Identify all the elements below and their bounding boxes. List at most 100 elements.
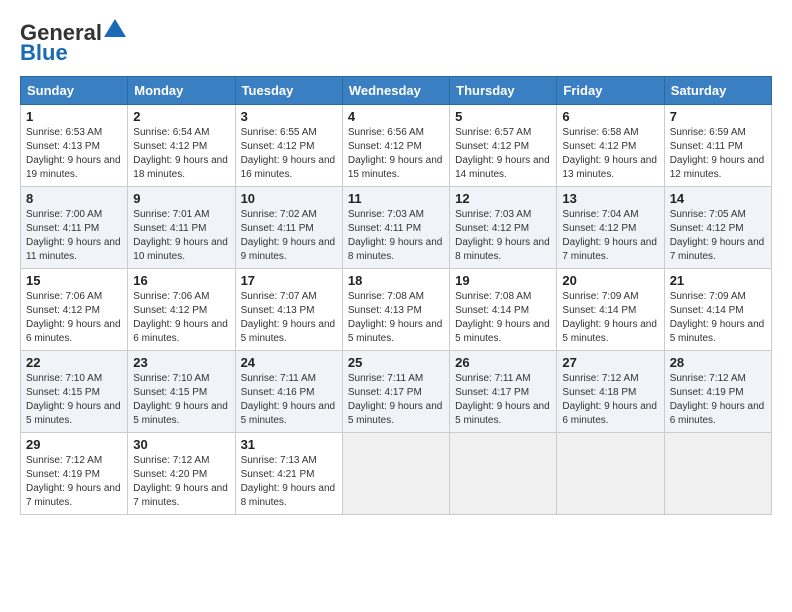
logo-blue: Blue [20, 40, 68, 66]
calendar-cell [342, 433, 449, 515]
calendar-week-4: 22 Sunrise: 7:10 AMSunset: 4:15 PMDaylig… [21, 351, 772, 433]
calendar-header-sunday: Sunday [21, 77, 128, 105]
calendar-cell: 6 Sunrise: 6:58 AMSunset: 4:12 PMDayligh… [557, 105, 664, 187]
calendar-cell [557, 433, 664, 515]
calendar-cell: 13 Sunrise: 7:04 AMSunset: 4:12 PMDaylig… [557, 187, 664, 269]
day-info: Sunrise: 7:13 AMSunset: 4:21 PMDaylight:… [241, 455, 336, 508]
calendar-cell [450, 433, 557, 515]
calendar-cell: 31 Sunrise: 7:13 AMSunset: 4:21 PMDaylig… [235, 433, 342, 515]
calendar-header-row: SundayMondayTuesdayWednesdayThursdayFrid… [21, 77, 772, 105]
calendar-cell: 11 Sunrise: 7:03 AMSunset: 4:11 PMDaylig… [342, 187, 449, 269]
day-number: 5 [455, 109, 551, 124]
calendar-cell: 21 Sunrise: 7:09 AMSunset: 4:14 PMDaylig… [664, 269, 771, 351]
day-number: 17 [241, 273, 337, 288]
calendar-week-1: 1 Sunrise: 6:53 AMSunset: 4:13 PMDayligh… [21, 105, 772, 187]
calendar-cell: 29 Sunrise: 7:12 AMSunset: 4:19 PMDaylig… [21, 433, 128, 515]
day-number: 18 [348, 273, 444, 288]
day-number: 6 [562, 109, 658, 124]
day-number: 11 [348, 191, 444, 206]
day-info: Sunrise: 7:08 AMSunset: 4:14 PMDaylight:… [455, 291, 550, 344]
calendar-cell: 17 Sunrise: 7:07 AMSunset: 4:13 PMDaylig… [235, 269, 342, 351]
day-number: 1 [26, 109, 122, 124]
day-info: Sunrise: 7:08 AMSunset: 4:13 PMDaylight:… [348, 291, 443, 344]
day-info: Sunrise: 7:09 AMSunset: 4:14 PMDaylight:… [562, 291, 657, 344]
calendar-cell: 24 Sunrise: 7:11 AMSunset: 4:16 PMDaylig… [235, 351, 342, 433]
day-info: Sunrise: 7:12 AMSunset: 4:19 PMDaylight:… [26, 455, 121, 508]
day-number: 4 [348, 109, 444, 124]
day-info: Sunrise: 6:54 AMSunset: 4:12 PMDaylight:… [133, 127, 228, 180]
day-number: 29 [26, 437, 122, 452]
calendar-cell: 5 Sunrise: 6:57 AMSunset: 4:12 PMDayligh… [450, 105, 557, 187]
day-info: Sunrise: 6:57 AMSunset: 4:12 PMDaylight:… [455, 127, 550, 180]
calendar-cell: 30 Sunrise: 7:12 AMSunset: 4:20 PMDaylig… [128, 433, 235, 515]
day-number: 26 [455, 355, 551, 370]
day-number: 10 [241, 191, 337, 206]
logo: General Blue [20, 20, 126, 66]
day-info: Sunrise: 7:09 AMSunset: 4:14 PMDaylight:… [670, 291, 765, 344]
day-info: Sunrise: 7:11 AMSunset: 4:16 PMDaylight:… [241, 373, 336, 426]
calendar-cell: 8 Sunrise: 7:00 AMSunset: 4:11 PMDayligh… [21, 187, 128, 269]
calendar-cell: 3 Sunrise: 6:55 AMSunset: 4:12 PMDayligh… [235, 105, 342, 187]
calendar-cell: 16 Sunrise: 7:06 AMSunset: 4:12 PMDaylig… [128, 269, 235, 351]
calendar-cell: 12 Sunrise: 7:03 AMSunset: 4:12 PMDaylig… [450, 187, 557, 269]
calendar-cell: 26 Sunrise: 7:11 AMSunset: 4:17 PMDaylig… [450, 351, 557, 433]
page-header: General Blue [20, 20, 772, 66]
calendar-cell: 15 Sunrise: 7:06 AMSunset: 4:12 PMDaylig… [21, 269, 128, 351]
calendar-header-friday: Friday [557, 77, 664, 105]
calendar-week-3: 15 Sunrise: 7:06 AMSunset: 4:12 PMDaylig… [21, 269, 772, 351]
day-number: 12 [455, 191, 551, 206]
day-info: Sunrise: 6:59 AMSunset: 4:11 PMDaylight:… [670, 127, 765, 180]
calendar-header-saturday: Saturday [664, 77, 771, 105]
day-info: Sunrise: 7:06 AMSunset: 4:12 PMDaylight:… [133, 291, 228, 344]
calendar-cell: 27 Sunrise: 7:12 AMSunset: 4:18 PMDaylig… [557, 351, 664, 433]
day-number: 21 [670, 273, 766, 288]
day-number: 23 [133, 355, 229, 370]
day-info: Sunrise: 7:01 AMSunset: 4:11 PMDaylight:… [133, 209, 228, 262]
calendar-week-2: 8 Sunrise: 7:00 AMSunset: 4:11 PMDayligh… [21, 187, 772, 269]
day-info: Sunrise: 6:56 AMSunset: 4:12 PMDaylight:… [348, 127, 443, 180]
day-info: Sunrise: 7:02 AMSunset: 4:11 PMDaylight:… [241, 209, 336, 262]
calendar-cell: 2 Sunrise: 6:54 AMSunset: 4:12 PMDayligh… [128, 105, 235, 187]
calendar-header-tuesday: Tuesday [235, 77, 342, 105]
day-number: 31 [241, 437, 337, 452]
day-number: 7 [670, 109, 766, 124]
day-info: Sunrise: 7:12 AMSunset: 4:18 PMDaylight:… [562, 373, 657, 426]
day-info: Sunrise: 6:53 AMSunset: 4:13 PMDaylight:… [26, 127, 121, 180]
calendar-header-wednesday: Wednesday [342, 77, 449, 105]
calendar-cell: 1 Sunrise: 6:53 AMSunset: 4:13 PMDayligh… [21, 105, 128, 187]
calendar-cell: 10 Sunrise: 7:02 AMSunset: 4:11 PMDaylig… [235, 187, 342, 269]
day-number: 27 [562, 355, 658, 370]
day-number: 19 [455, 273, 551, 288]
day-number: 20 [562, 273, 658, 288]
day-number: 24 [241, 355, 337, 370]
day-info: Sunrise: 7:10 AMSunset: 4:15 PMDaylight:… [133, 373, 228, 426]
day-info: Sunrise: 7:06 AMSunset: 4:12 PMDaylight:… [26, 291, 121, 344]
day-number: 15 [26, 273, 122, 288]
day-info: Sunrise: 7:03 AMSunset: 4:11 PMDaylight:… [348, 209, 443, 262]
day-info: Sunrise: 7:12 AMSunset: 4:19 PMDaylight:… [670, 373, 765, 426]
day-info: Sunrise: 6:55 AMSunset: 4:12 PMDaylight:… [241, 127, 336, 180]
day-info: Sunrise: 7:11 AMSunset: 4:17 PMDaylight:… [455, 373, 550, 426]
calendar-cell: 4 Sunrise: 6:56 AMSunset: 4:12 PMDayligh… [342, 105, 449, 187]
calendar-header-thursday: Thursday [450, 77, 557, 105]
calendar-cell: 19 Sunrise: 7:08 AMSunset: 4:14 PMDaylig… [450, 269, 557, 351]
calendar-cell: 22 Sunrise: 7:10 AMSunset: 4:15 PMDaylig… [21, 351, 128, 433]
day-number: 2 [133, 109, 229, 124]
day-info: Sunrise: 7:07 AMSunset: 4:13 PMDaylight:… [241, 291, 336, 344]
calendar-cell: 18 Sunrise: 7:08 AMSunset: 4:13 PMDaylig… [342, 269, 449, 351]
calendar-cell: 20 Sunrise: 7:09 AMSunset: 4:14 PMDaylig… [557, 269, 664, 351]
day-number: 16 [133, 273, 229, 288]
calendar-cell [664, 433, 771, 515]
day-info: Sunrise: 7:04 AMSunset: 4:12 PMDaylight:… [562, 209, 657, 262]
day-info: Sunrise: 7:05 AMSunset: 4:12 PMDaylight:… [670, 209, 765, 262]
day-number: 22 [26, 355, 122, 370]
day-info: Sunrise: 7:12 AMSunset: 4:20 PMDaylight:… [133, 455, 228, 508]
day-info: Sunrise: 7:03 AMSunset: 4:12 PMDaylight:… [455, 209, 550, 262]
day-number: 25 [348, 355, 444, 370]
calendar-table: SundayMondayTuesdayWednesdayThursdayFrid… [20, 76, 772, 515]
day-number: 3 [241, 109, 337, 124]
logo-icon [104, 19, 126, 37]
day-info: Sunrise: 7:11 AMSunset: 4:17 PMDaylight:… [348, 373, 443, 426]
day-number: 9 [133, 191, 229, 206]
calendar-header-monday: Monday [128, 77, 235, 105]
